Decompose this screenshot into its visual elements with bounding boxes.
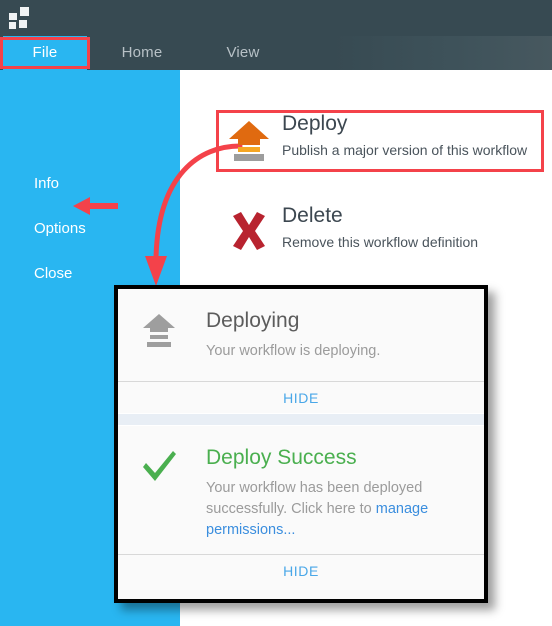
notification-success-body: Deploy Success Your workflow has been de… xyxy=(118,426,484,554)
command-deploy-subtitle: Publish a major version of this workflow xyxy=(282,142,528,158)
delete-x-icon xyxy=(226,208,272,254)
title-bar xyxy=(0,0,552,36)
notification-separator xyxy=(118,413,484,426)
check-mark-icon xyxy=(140,448,178,486)
notification-deploying: Deploying Your workflow is deploying. HI… xyxy=(118,289,484,413)
command-delete-subtitle: Remove this workflow definition xyxy=(282,234,479,250)
tab-strip-gradient xyxy=(332,36,552,70)
tab-strip: File Home View xyxy=(0,36,552,70)
notification-success-hide-button[interactable]: HIDE xyxy=(118,554,484,586)
notification-deploying-title: Deploying xyxy=(206,309,300,332)
tab-file[interactable]: File xyxy=(3,36,87,70)
deploy-upload-icon xyxy=(226,116,272,162)
notification-deploying-hide-button[interactable]: HIDE xyxy=(118,381,484,413)
notification-success-title: Deploy Success xyxy=(206,446,357,469)
notification-deploy-success: Deploy Success Your workflow has been de… xyxy=(118,426,484,586)
tab-view[interactable]: View xyxy=(205,36,281,70)
command-delete-title: Delete xyxy=(282,204,343,227)
deploying-upload-icon xyxy=(140,311,178,349)
command-deploy-title: Deploy xyxy=(282,112,348,135)
sidebar-item-options[interactable]: Options xyxy=(34,220,86,237)
notification-success-text: Your workflow has been deployed successf… xyxy=(206,478,462,541)
sidebar-item-close[interactable]: Close xyxy=(34,265,72,282)
command-deploy[interactable]: Deploy Publish a major version of this w… xyxy=(226,112,542,168)
notification-deploying-body: Deploying Your workflow is deploying. xyxy=(118,289,484,381)
tab-home[interactable]: Home xyxy=(100,36,184,70)
sidebar-item-info[interactable]: Info xyxy=(34,175,59,192)
app-squares-logo-icon xyxy=(9,7,33,29)
notification-deploying-text: Your workflow is deploying. xyxy=(206,343,381,359)
command-delete[interactable]: Delete Remove this workflow definition xyxy=(226,204,542,260)
app-root: File Home View Info Options Close Deploy… xyxy=(0,0,552,626)
notification-panel: Deploying Your workflow is deploying. HI… xyxy=(114,285,488,603)
